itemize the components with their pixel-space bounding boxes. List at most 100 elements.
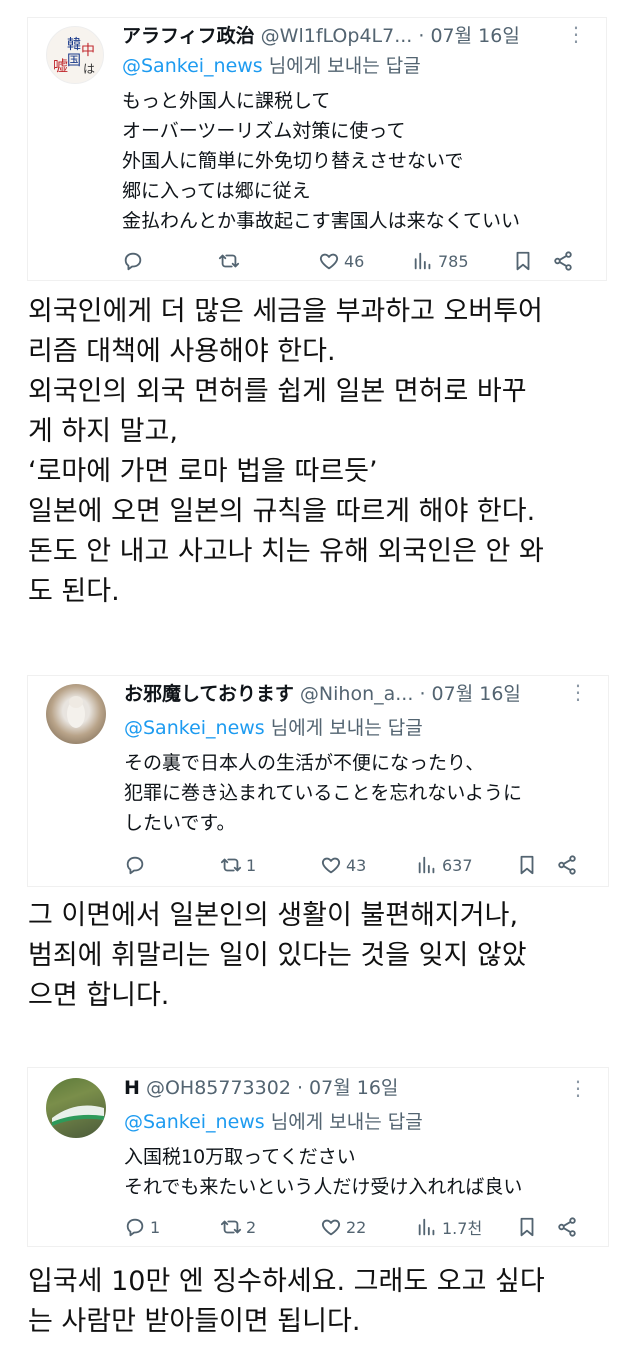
translation-text: 그 이면에서 일본인의 생활이 불편해지거나, 범죄에 휘말리는 일이 있다는 …	[28, 896, 527, 1016]
reply-icon	[126, 1218, 144, 1237]
more-options-icon[interactable]: ⋮	[568, 1078, 588, 1098]
reply-count: 1	[150, 1217, 161, 1237]
user-handle[interactable]: @Wl1fLOp4L7...	[261, 25, 413, 47]
retweet-icon	[218, 254, 240, 268]
tweet-header: H @OH85773302 · 07월 16일	[124, 1076, 398, 1100]
views-button[interactable]: 1.7천	[416, 1214, 482, 1240]
translation-line: 게 하지 말고,	[28, 416, 178, 447]
translation-line: 리즘 대책에 사용해야 한다.	[28, 336, 336, 367]
translation-line: 그 이면에서 일본인의 생활이 불편해지거나,	[28, 900, 519, 931]
tweet-line: 入国税10万取ってください	[124, 1146, 356, 1168]
tweet-card[interactable]: 韓 中 国 嘘 は アラフィフ政治 @Wl1fLOp4L7... · 07월 1…	[28, 18, 606, 280]
reply-label: 님에게 보내는 답글	[264, 717, 423, 739]
reply-icon	[126, 856, 144, 875]
views-button[interactable]: 785	[412, 248, 469, 274]
translation-line: 외국인에게 더 많은 세금을 부과하고 오버투어	[28, 296, 543, 327]
display-name[interactable]: アラフィフ政治	[122, 25, 255, 47]
translation-line: 범죄에 휘말리는 일이 있다는 것을 잊지 않았	[28, 940, 527, 971]
translation-line: 입국세 10만 엔 징수하세요. 그래도 오고 싶다	[28, 1266, 545, 1297]
like-count: 43	[346, 855, 367, 875]
tweet-header: アラフィフ政治 @Wl1fLOp4L7... · 07월 16일	[122, 24, 520, 48]
user-handle[interactable]: @Nihon_a...	[300, 683, 413, 705]
tweet-line: 金払わんとか事故起こす害国人は来なくていい	[122, 210, 521, 232]
views-icon	[414, 252, 431, 270]
translation-line: 외국인의 외국 면허를 쉽게 일본 면허로 바꾸	[28, 376, 527, 407]
tweet-actions: 1 43 637	[124, 852, 584, 878]
retweet-icon	[220, 858, 242, 872]
tweet-date[interactable]: 07월 16일	[430, 25, 519, 47]
tweet-text: その裏で日本人の生活が不便になったり、 犯罪に巻き込まれていることを忘れないよう…	[124, 748, 522, 838]
avatar-image	[52, 1105, 104, 1126]
more-options-icon[interactable]: ⋮	[568, 682, 588, 702]
share-button[interactable]	[552, 248, 574, 274]
avatar-image	[67, 696, 85, 728]
like-icon	[321, 1219, 341, 1236]
tweet-line: したいです。	[124, 812, 236, 834]
tweet-card[interactable]: H @OH85773302 · 07월 16일 ⋮ @Sankei_news 님…	[28, 1068, 608, 1246]
reply-button[interactable]	[122, 248, 148, 274]
tweet-header: お邪魔しております @Nihon_a... · 07월 16일	[124, 682, 521, 706]
tweet-line: オーバーツーリズム対策に使って	[122, 120, 406, 142]
tweet-actions: 46 785	[122, 248, 582, 274]
separator-dot: ·	[296, 1077, 303, 1099]
share-icon	[558, 855, 576, 875]
like-icon	[321, 857, 341, 874]
translation-text: 입국세 10만 엔 징수하세요. 그래도 오고 싶다 는 사람만 받아들이면 됩…	[28, 1262, 545, 1342]
avatar[interactable]: 韓 中 国 嘘 は	[46, 26, 104, 84]
tweet-date[interactable]: 07월 16일	[432, 683, 521, 705]
share-icon	[554, 251, 572, 271]
avatar[interactable]	[46, 1078, 106, 1138]
reply-mention-link[interactable]: @Sankei_news	[122, 55, 263, 77]
reply-mention-link[interactable]: @Sankei_news	[124, 717, 265, 739]
bookmark-button[interactable]	[512, 248, 534, 274]
share-button[interactable]	[556, 1214, 578, 1240]
tweet-line: もっと外国人に課税して	[122, 90, 331, 112]
bookmark-button[interactable]	[516, 852, 538, 878]
like-button[interactable]: 22	[320, 1214, 366, 1240]
avatar-image: 韓 中 国 嘘 は	[53, 37, 95, 76]
share-button[interactable]	[556, 852, 578, 878]
views-icon	[418, 856, 435, 874]
reply-button[interactable]	[124, 852, 150, 878]
reply-context: @Sankei_news 님에게 보내는 답글	[124, 716, 423, 740]
like-button[interactable]: 43	[320, 852, 366, 878]
translation-line: 도 된다.	[28, 576, 120, 607]
tweet-line: その裏で日本人の生活が不便になったり、	[124, 752, 485, 774]
retweet-button[interactable]: 2	[220, 1214, 256, 1240]
share-icon	[558, 1217, 576, 1237]
bookmark-icon	[516, 251, 530, 271]
display-name[interactable]: お邪魔しております	[124, 683, 294, 705]
like-count: 46	[344, 251, 365, 271]
reply-button[interactable]: 1	[124, 1214, 160, 1240]
avatar[interactable]	[46, 684, 106, 744]
tweet-line: 外国人に簡単に外免切り替えさせないで	[122, 150, 464, 172]
bookmark-icon	[520, 1217, 534, 1237]
tweet-card[interactable]: お邪魔しております @Nihon_a... · 07월 16일 ⋮ @Sanke…	[28, 676, 608, 886]
avatar-glyph: 嘘	[53, 57, 68, 75]
tweet-date[interactable]: 07월 16일	[309, 1077, 398, 1099]
reply-icon	[124, 252, 142, 271]
like-button[interactable]: 46	[318, 248, 364, 274]
like-icon	[319, 253, 339, 270]
user-handle[interactable]: @OH85773302	[146, 1077, 291, 1099]
separator-dot: ·	[418, 25, 425, 47]
retweet-count: 1	[246, 855, 257, 875]
views-button[interactable]: 637	[416, 852, 473, 878]
tweet-text: もっと外国人に課税して オーバーツーリズム対策に使って 外国人に簡単に外免切り替…	[122, 86, 520, 236]
avatar-glyph: 中	[81, 43, 95, 59]
more-options-icon[interactable]: ⋮	[566, 24, 586, 44]
retweet-button[interactable]	[218, 248, 244, 274]
bookmark-button[interactable]	[516, 1214, 538, 1240]
views-icon	[418, 1218, 435, 1236]
avatar-glyph: は	[83, 62, 95, 76]
translation-line: ‘로마에 가면 로마 법을 따르듯’	[28, 456, 378, 487]
translation-line: 는 사람만 받아들이면 됩니다.	[28, 1306, 361, 1337]
like-count: 22	[346, 1217, 367, 1237]
display-name[interactable]: H	[124, 1077, 140, 1099]
retweet-button[interactable]: 1	[220, 852, 256, 878]
reply-mention-link[interactable]: @Sankei_news	[124, 1111, 265, 1133]
views-count: 1.7천	[442, 1219, 483, 1238]
avatar-glyph: 韓	[67, 37, 81, 53]
translation-line: 으면 합니다.	[28, 980, 170, 1011]
views-count: 785	[438, 251, 469, 271]
